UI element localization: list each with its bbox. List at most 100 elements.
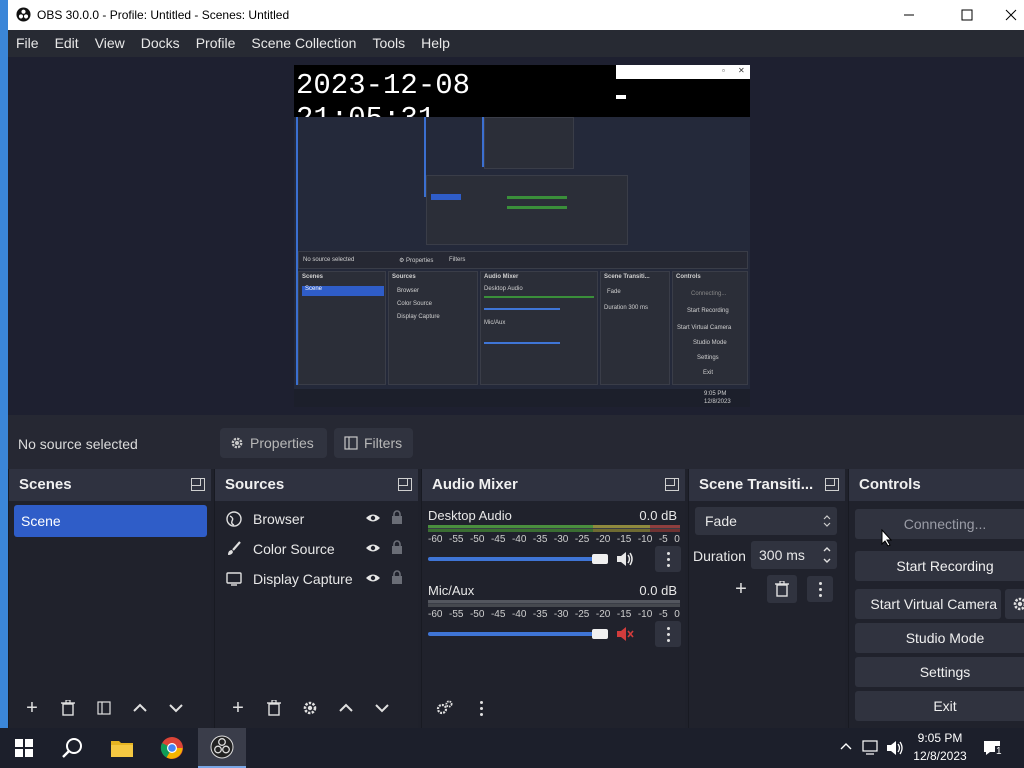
add-source-button[interactable]: + <box>223 694 253 722</box>
lock-icon[interactable] <box>391 510 403 525</box>
audio-mixer-toolbar <box>422 688 685 728</box>
start-button[interactable] <box>0 728 48 768</box>
chevron-up-icon[interactable] <box>840 741 852 753</box>
menu-view[interactable]: View <box>87 30 133 57</box>
transition-select[interactable]: Fade <box>695 507 837 535</box>
lock-icon[interactable] <box>391 540 403 555</box>
settings-button[interactable]: Settings <box>855 657 1024 687</box>
undock-icon[interactable] <box>190 477 205 491</box>
undock-icon[interactable] <box>664 477 679 491</box>
notification-count: 1 <box>995 746 1003 757</box>
undock-icon[interactable] <box>397 477 412 491</box>
speaker-muted-icon[interactable] <box>616 626 634 642</box>
sources-title: Sources <box>225 476 285 493</box>
scenes-dock: Scenes Scene + <box>8 469 211 728</box>
audio-menu-button[interactable] <box>466 694 496 722</box>
menu-file[interactable]: File <box>8 30 47 57</box>
volume-slider[interactable] <box>428 632 604 636</box>
volume-icon[interactable] <box>886 740 904 756</box>
move-scene-down-button[interactable] <box>161 694 191 722</box>
speaker-icon[interactable] <box>616 551 634 567</box>
source-item[interactable]: Display Capture <box>225 564 403 594</box>
maximize-icon <box>961 9 973 21</box>
updown-icon <box>823 515 831 527</box>
volume-slider-handle[interactable] <box>592 629 608 639</box>
preview-canvas[interactable]: 2023-12-08 21:05:31 ▫✕ <box>294 65 750 407</box>
transition-menu-button[interactable] <box>807 576 833 602</box>
taskbar: 9:05 PM 12/8/2023 1 <box>0 728 1024 768</box>
network-icon[interactable] <box>862 740 880 756</box>
obs-logo-icon <box>210 735 234 759</box>
move-source-up-button[interactable] <box>331 694 361 722</box>
move-source-down-button[interactable] <box>367 694 397 722</box>
filters-button[interactable]: Filters <box>334 428 413 458</box>
gear-icon <box>1013 597 1024 611</box>
trash-icon <box>267 700 281 716</box>
controls-title: Controls <box>859 476 921 493</box>
channel-menu-button[interactable] <box>655 546 681 572</box>
menu-docks[interactable]: Docks <box>133 30 188 57</box>
add-scene-button[interactable]: + <box>17 694 47 722</box>
start-recording-button[interactable]: Start Recording <box>855 551 1024 581</box>
meter-scale: -60 -55 -50 -45 -40 -35 -30 -25 -20 -15 -10 -5 0 <box>428 534 680 545</box>
eye-icon[interactable] <box>365 541 381 555</box>
virtual-camera-settings-button[interactable] <box>1005 589 1024 619</box>
menu-scene-collection[interactable]: Scene Collection <box>243 30 364 57</box>
move-scene-up-button[interactable] <box>125 694 155 722</box>
menu-help[interactable]: Help <box>413 30 458 57</box>
globe-icon <box>225 510 243 528</box>
properties-button[interactable]: Properties <box>220 428 327 458</box>
minimize-button[interactable] <box>886 0 932 30</box>
eye-icon[interactable] <box>365 511 381 525</box>
exit-button[interactable]: Exit <box>855 691 1024 721</box>
maximize-button[interactable] <box>944 0 990 30</box>
scenes-toolbar: + <box>9 688 211 728</box>
clock-time[interactable]: 9:05 PM <box>912 731 968 745</box>
channel-db: 0.0 dB <box>639 508 677 523</box>
undock-icon[interactable] <box>824 477 839 491</box>
volume-slider[interactable] <box>428 557 604 561</box>
remove-transition-button[interactable] <box>767 575 797 603</box>
source-properties-button[interactable] <box>295 694 325 722</box>
clock-date[interactable]: 12/8/2023 <box>912 749 968 763</box>
menu-tools[interactable]: Tools <box>364 30 413 57</box>
text-cursor <box>616 95 626 99</box>
remove-source-button[interactable] <box>259 694 289 722</box>
audio-mixer-dock: Audio Mixer Desktop Audio 0.0 dB -60 -55-… <box>421 469 685 728</box>
transitions-title: Scene Transiti... <box>699 476 814 493</box>
scene-filters-button[interactable] <box>89 694 119 722</box>
lock-icon[interactable] <box>391 570 403 585</box>
scene-item[interactable]: Scene <box>14 505 207 537</box>
start-virtual-camera-button[interactable]: Start Virtual Camera <box>855 589 1001 619</box>
studio-mode-button[interactable]: Studio Mode <box>855 623 1024 653</box>
chevron-up-icon <box>133 703 147 712</box>
preview-clock: 2023-12-08 21:05:31 <box>294 65 616 135</box>
obs-window: OBS 30.0.0 - Profile: Untitled - Scenes:… <box>8 0 1024 728</box>
action-center-button[interactable]: 1 <box>978 736 1008 760</box>
source-item[interactable]: Browser <box>225 504 403 534</box>
audio-settings-button[interactable] <box>430 694 460 722</box>
eye-icon[interactable] <box>365 571 381 585</box>
volume-slider-handle[interactable] <box>592 554 608 564</box>
spin-arrows-icon[interactable] <box>823 545 831 565</box>
channel-menu-button[interactable] <box>655 621 681 647</box>
close-button[interactable] <box>988 0 1024 30</box>
menu-edit[interactable]: Edit <box>47 30 87 57</box>
nested-audio-dock: Audio Mixer Desktop Audio Mic/Aux <box>480 271 598 385</box>
scenes-header: Scenes <box>9 469 211 501</box>
filters-label: Filters <box>364 435 403 451</box>
chrome-icon <box>160 737 183 759</box>
obs-taskbar[interactable] <box>198 728 246 768</box>
duration-spinbox[interactable]: 300 ms <box>751 541 837 569</box>
add-transition-button[interactable]: + <box>726 575 756 603</box>
windows-logo-icon <box>15 739 33 757</box>
menu-profile[interactable]: Profile <box>188 30 244 57</box>
plus-icon: + <box>735 577 747 600</box>
chrome-taskbar[interactable] <box>148 728 196 768</box>
nested-sources-dock: Sources Browser Color Source Display Cap… <box>388 271 478 385</box>
source-item[interactable]: Color Source <box>225 534 403 564</box>
search-button[interactable] <box>48 728 96 768</box>
remove-scene-button[interactable] <box>53 694 83 722</box>
folder-icon <box>111 741 133 757</box>
file-explorer-taskbar[interactable] <box>98 728 146 768</box>
